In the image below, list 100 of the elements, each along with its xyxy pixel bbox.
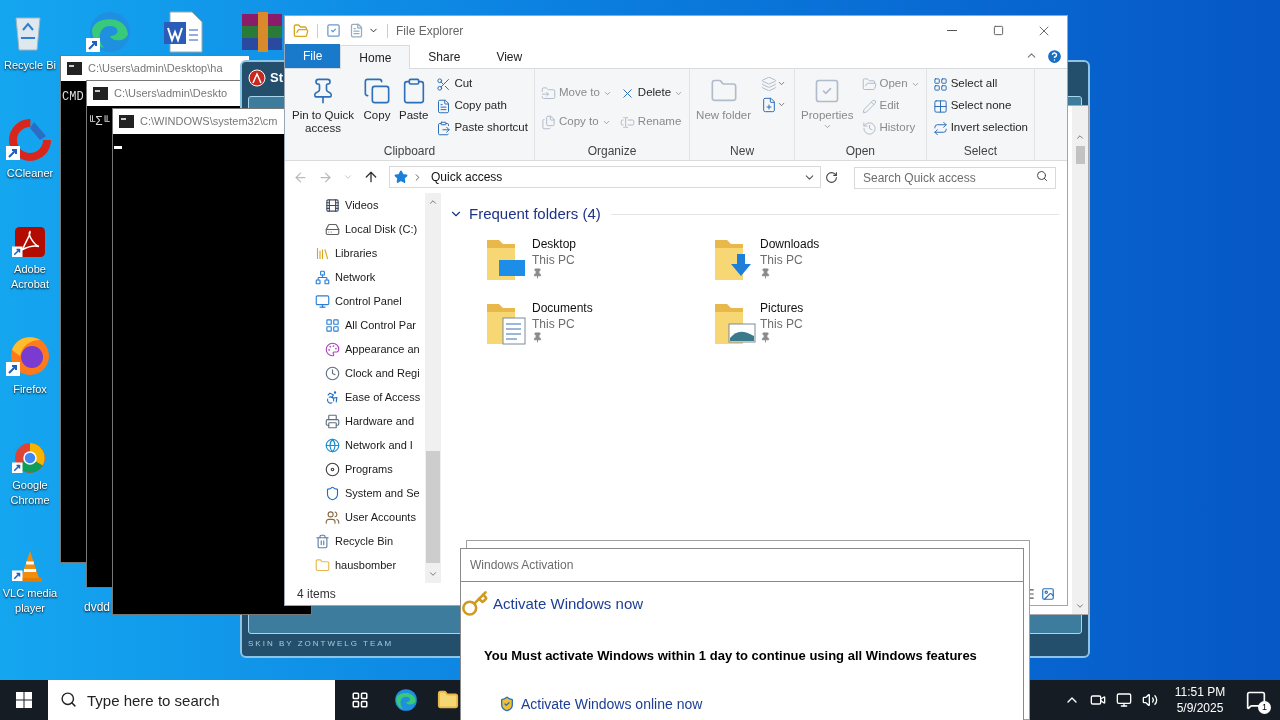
volume-icon[interactable] [1142,692,1158,708]
ribbon-button[interactable]: Paste [397,73,431,122]
clock[interactable]: 11:51 PM 5/9/2025 [1170,684,1230,716]
dialog-title: Windows Activation [470,557,574,574]
move-icon [540,85,556,101]
folder-icon[interactable] [437,689,459,711]
navigation-item[interactable]: Network [285,265,425,289]
ribbon-button[interactable]: Select all [930,73,1030,95]
rename-icon [619,114,635,130]
browser-icon[interactable] [393,687,419,713]
invert-icon [932,120,948,136]
group-label: Select [962,143,998,160]
ribbon-button[interactable]: Paste shortcut [434,117,530,139]
terminal-icon [67,62,82,75]
navigation-item[interactable]: Videos [285,193,425,217]
window-title: File Explorer [396,22,464,40]
section-heading[interactable]: Frequent folders (4) [469,203,601,226]
taskbar-search-field[interactable]: Type here to search [48,680,335,720]
scroll-up-icon[interactable] [428,197,438,207]
ribbon-tab[interactable]: Share [410,45,479,68]
checkbox-icon[interactable] [326,23,341,38]
console-output: CMD [62,90,84,104]
ribbon-button[interactable]: Copy path [434,95,530,117]
shield-icon [325,485,340,501]
notification-badge: 1 [1258,701,1271,714]
navigation-item[interactable]: hausbomber [285,553,425,577]
status-text: 4 items [297,586,336,603]
folder-tile[interactable]: Pictures This PC [713,299,941,346]
up-icon[interactable] [363,169,379,185]
ribbon-button[interactable]: Invert selection [930,117,1030,139]
navigation-item[interactable]: Programs [285,457,425,481]
footer-text: SKIN BY ZONTWELG TEAM [248,638,394,650]
activate-online-link[interactable]: Activate Windows online now [499,693,703,715]
caret-icon [822,122,832,131]
globe-icon [325,437,340,453]
minimize-icon [947,30,957,31]
caret-icon [777,79,787,88]
search-icon [60,691,77,708]
scrollbar-thumb[interactable] [426,451,440,563]
navigation-item[interactable]: Hardware and [285,409,425,433]
shield-icon [499,696,515,712]
select-none-icon [932,98,948,114]
trash-icon [315,533,330,549]
history-icon [861,120,877,136]
group-label: New [729,143,756,160]
new-file-icon [761,96,778,113]
printer-icon [325,413,340,429]
camera-icon[interactable] [1090,692,1106,708]
refresh-icon[interactable] [825,170,838,184]
search-field[interactable]: Search Quick access [854,167,1056,189]
search-icon [1036,170,1048,182]
ribbon-button[interactable]: Delete [617,82,686,104]
ribbon-tab[interactable]: Home [340,45,411,69]
navigation-item[interactable]: Network and I [285,433,425,457]
terminal-icon [119,115,134,128]
clock-icon [325,365,340,381]
ribbon-tab[interactable]: File [285,44,341,68]
ribbon-tab[interactable]: View [478,45,541,68]
paste-icon [436,120,452,136]
ribbon-button[interactable]: Copy [361,73,393,122]
navigation-item[interactable]: Clock and Regi [285,361,425,385]
folder-tile[interactable]: Downloads This PC [713,235,941,282]
help-icon[interactable] [1046,48,1063,65]
library-icon [315,245,330,261]
folder-tile[interactable]: Documents This PC [485,299,713,346]
copy-icon [363,77,391,105]
scroll-down-icon [1075,601,1085,611]
network-icon[interactable] [1116,692,1132,708]
group-label: Organize [586,143,638,160]
page-icon[interactable] [349,23,364,38]
navigation-item[interactable]: Appearance an [285,337,425,361]
caret-icon [777,100,787,109]
navigation-item[interactable]: User Accounts [285,505,425,529]
select-all-icon [932,76,948,92]
window-title: C:\Users\admin\Desktop\ha [88,61,223,77]
navigation-item[interactable]: All Control Par [285,313,425,337]
network-icon [315,269,330,285]
address-bar[interactable]: Quick access [389,166,821,188]
navigation-item[interactable]: System and Se [285,481,425,505]
monitor-icon [315,293,330,309]
grid-icon [325,317,340,333]
ribbon-button[interactable]: Select none [930,95,1030,117]
ribbon-button[interactable]: Cut [434,73,530,95]
tiles-view-icon[interactable] [1041,587,1055,601]
task-view-icon[interactable] [351,691,369,709]
folder-icon [293,22,309,39]
navigation-item[interactable]: Control Panel [285,289,425,313]
path-icon [436,98,452,114]
windows-logo-icon [16,692,32,708]
dialog-message: You Must activate Windows within 1 day to continue using all Windows features [484,647,977,665]
folder-tile[interactable]: Desktop This PC [485,235,713,282]
ribbon-button[interactable]: Pin to Quick access [289,73,357,135]
accessibility-icon [325,389,340,405]
maximize-icon [992,25,1004,36]
navigation-item[interactable]: Libraries [285,241,425,265]
navigation-item[interactable]: Local Disk (C:) [285,217,425,241]
scroll-down-icon[interactable] [428,569,438,579]
navigation-item[interactable]: Ease of Access [285,385,425,409]
navigation-item[interactable]: Recycle Bin [285,529,425,553]
scrollbar-thumb[interactable] [1075,146,1085,164]
